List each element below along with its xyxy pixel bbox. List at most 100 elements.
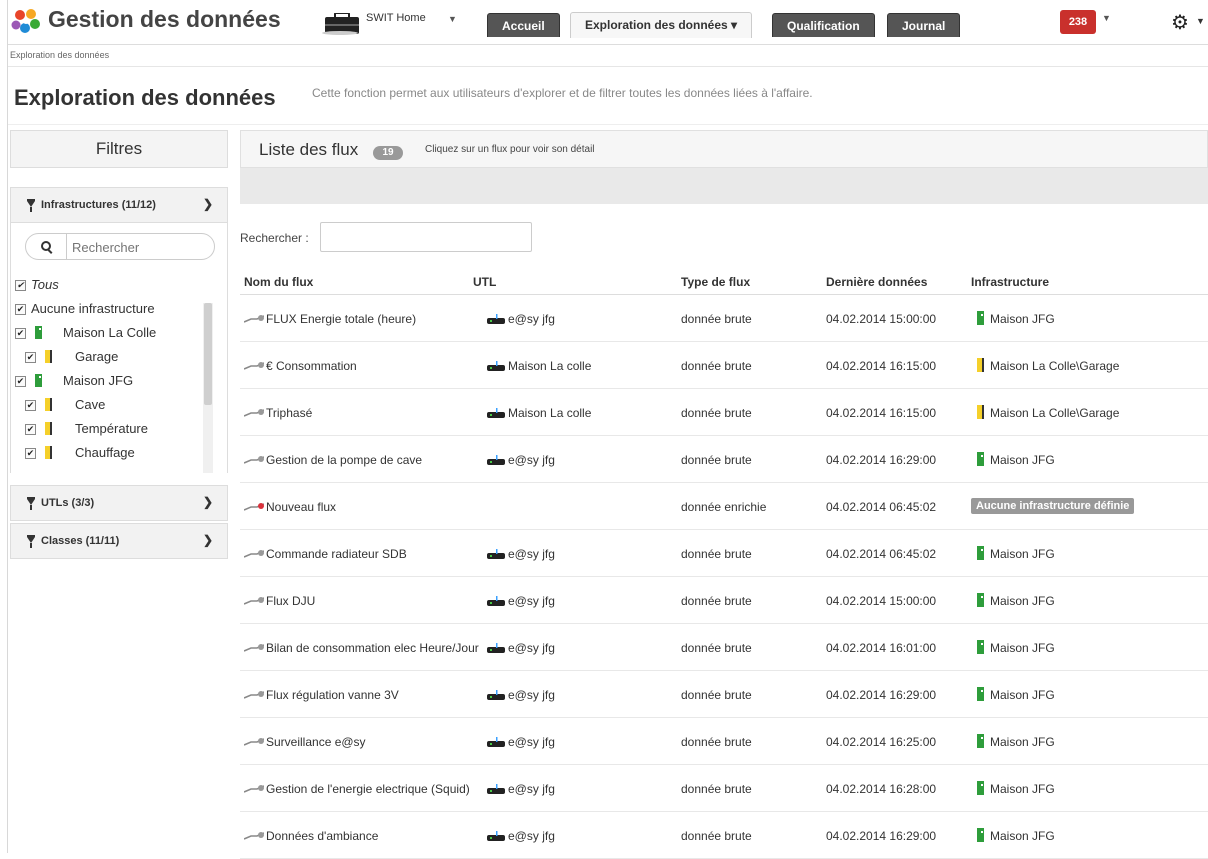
- tree-item-temperature[interactable]: ✔ Température: [11, 417, 211, 441]
- checkbox[interactable]: ✔: [15, 328, 26, 339]
- table-row[interactable]: Nouveau flux donnée enrichie 04.02.2014 06…: [240, 483, 1208, 530]
- divider: [8, 66, 1208, 67]
- no-infrastructure-badge: Aucune infrastructure définie: [971, 498, 1135, 514]
- utl-name: Maison La colle: [508, 359, 592, 373]
- infrastructure-name: Maison JFG: [990, 688, 1055, 702]
- breadcrumb[interactable]: Exploration des données: [10, 50, 109, 60]
- flux-name[interactable]: Triphasé: [266, 406, 312, 420]
- flux-name[interactable]: Flux DJU: [266, 594, 315, 608]
- caret-down-icon[interactable]: ▼: [1196, 16, 1205, 26]
- tree-item-maison-jfg[interactable]: ✔ Maison JFG: [11, 369, 211, 393]
- infrastructure-tree: ✔ Tous ✔ Aucune infrastructure ✔ Maison …: [11, 273, 211, 465]
- table-row[interactable]: Flux régulation vanne 3V e@sy jfg donnée b…: [240, 671, 1208, 718]
- flux-type: donnée brute: [681, 641, 752, 655]
- building-icon: [977, 640, 984, 654]
- last-data-date: 04.02.2014 16:29:00: [826, 829, 937, 843]
- search-icon[interactable]: [26, 234, 67, 259]
- checkbox[interactable]: ✔: [25, 400, 36, 411]
- utl-name: e@sy jfg: [508, 829, 555, 843]
- room-icon: [977, 405, 984, 419]
- checkbox[interactable]: ✔: [25, 424, 36, 435]
- checkbox[interactable]: ✔: [15, 304, 26, 315]
- table-row[interactable]: Gestion de la pompe de cave e@sy jfg donné…: [240, 436, 1208, 483]
- notification-badge[interactable]: 238: [1060, 10, 1096, 34]
- checkbox[interactable]: ✔: [15, 280, 26, 291]
- filter-section-infrastructures[interactable]: Infrastructures (11/12) ❯: [10, 187, 228, 223]
- tree-item-cave[interactable]: ✔ Cave: [11, 393, 211, 417]
- caret-down-icon[interactable]: ▼: [1102, 13, 1111, 23]
- tree-item-aucune[interactable]: ✔ Aucune infrastructure: [11, 297, 211, 321]
- flux-name[interactable]: € Consommation: [266, 359, 357, 373]
- flux-name[interactable]: Données d'ambiance: [266, 829, 378, 843]
- tab-journal[interactable]: Journal: [887, 13, 961, 37]
- flux-type: donnée brute: [681, 453, 752, 467]
- flux-icon: [244, 409, 264, 417]
- flux-name[interactable]: FLUX Energie totale (heure): [266, 312, 416, 326]
- table-row[interactable]: FLUX Energie totale (heure) e@sy jfg donné…: [240, 295, 1208, 342]
- gear-icon[interactable]: ⚙: [1171, 10, 1189, 35]
- tree-item-tous[interactable]: ✔ Tous: [11, 273, 211, 297]
- column-header-infrastructure[interactable]: Infrastructure: [971, 275, 1049, 289]
- flux-name[interactable]: Commande radiateur SDB: [266, 547, 407, 561]
- tab-qualification[interactable]: Qualification: [772, 13, 875, 37]
- table-row[interactable]: Gestion de l'energie electrique (Squid) e…: [240, 765, 1208, 812]
- table-row[interactable]: Données d'ambiance e@sy jfg donnée brute 04…: [240, 812, 1208, 859]
- flux-icon: [244, 315, 264, 323]
- left-border: [7, 0, 8, 853]
- table-row[interactable]: € Consommation Maison La colle donnée brut…: [240, 342, 1208, 389]
- workspace-label: SWIT Home: [366, 12, 426, 24]
- flux-type: donnée brute: [681, 782, 752, 796]
- flux-type: donnée brute: [681, 406, 752, 420]
- tree-item-maison-la-colle[interactable]: ✔ Maison La Colle: [11, 321, 211, 345]
- tree-item-chauffage[interactable]: ✔ Chauffage: [11, 441, 211, 465]
- table-row[interactable]: Commande radiateur SDB e@sy jfg donnée bru…: [240, 530, 1208, 577]
- checkbox[interactable]: ✔: [25, 352, 36, 363]
- building-icon: [977, 546, 984, 560]
- tree-item-label: Maison JFG: [63, 373, 134, 388]
- column-header-last-data[interactable]: Dernière données: [826, 275, 927, 289]
- tree-scrollbar[interactable]: [203, 303, 213, 473]
- top-bar: Gestion des données SWIT Home ▼ Accueil …: [8, 0, 1208, 44]
- flux-name[interactable]: Gestion de la pompe de cave: [266, 453, 422, 467]
- table-row[interactable]: Triphasé Maison La colle donnée brute 04.02…: [240, 389, 1208, 436]
- checkbox[interactable]: ✔: [25, 448, 36, 459]
- tree-item-garage[interactable]: ✔ Garage: [11, 345, 211, 369]
- column-header-type[interactable]: Type de flux: [681, 275, 750, 289]
- infrastructure-name: Maison JFG: [990, 829, 1055, 843]
- flux-name[interactable]: Surveillance e@sy: [266, 735, 366, 749]
- flux-type: donnée brute: [681, 594, 752, 608]
- last-data-date: 04.02.2014 15:00:00: [826, 594, 937, 608]
- page-description: Cette fonction permet aux utilisateurs d…: [312, 86, 813, 100]
- filter-section-utls[interactable]: UTLs (3/3) ❯: [10, 485, 228, 521]
- filter-section-classes[interactable]: Classes (11/11) ❯: [10, 523, 228, 559]
- filter-search[interactable]: [25, 233, 215, 260]
- table-row[interactable]: Surveillance e@sy e@sy jfg donnée brute 04.…: [240, 718, 1208, 765]
- building-icon: [977, 452, 984, 466]
- flux-search-input[interactable]: [320, 222, 532, 252]
- building-icon: [977, 734, 984, 748]
- filter-search-input[interactable]: [70, 237, 214, 257]
- tab-accueil[interactable]: Accueil: [487, 13, 560, 37]
- flux-name[interactable]: Bilan de consommation elec Heure/Jour: [266, 641, 479, 655]
- scrollbar-thumb[interactable]: [204, 303, 212, 405]
- table-row[interactable]: Bilan de consommation elec Heure/Jour e@s…: [240, 624, 1208, 671]
- checkbox[interactable]: ✔: [15, 376, 26, 387]
- chevron-down-icon: ❯: [203, 197, 214, 211]
- utl-name: e@sy jfg: [508, 547, 555, 561]
- utl-name: e@sy jfg: [508, 688, 555, 702]
- column-header-name[interactable]: Nom du flux: [244, 275, 313, 289]
- flux-icon: [244, 597, 264, 605]
- last-data-date: 04.02.2014 16:29:00: [826, 688, 937, 702]
- infrastructure-name: Maison JFG: [990, 782, 1055, 796]
- flux-name[interactable]: Gestion de l'energie electrique (Squid): [266, 782, 470, 796]
- flux-type: donnée brute: [681, 688, 752, 702]
- tab-exploration[interactable]: Exploration des données ▾: [570, 12, 753, 38]
- column-header-utl[interactable]: UTL: [473, 275, 496, 289]
- chevron-down-icon: ❯: [203, 495, 214, 509]
- flux-name[interactable]: Nouveau flux: [266, 500, 336, 514]
- filter-icon: [27, 535, 35, 548]
- room-icon: [45, 446, 52, 459]
- flux-name[interactable]: Flux régulation vanne 3V: [266, 688, 399, 702]
- tree-item-label: Aucune infrastructure: [31, 301, 155, 316]
- table-row[interactable]: Flux DJU e@sy jfg donnée brute 04.02.2014 1…: [240, 577, 1208, 624]
